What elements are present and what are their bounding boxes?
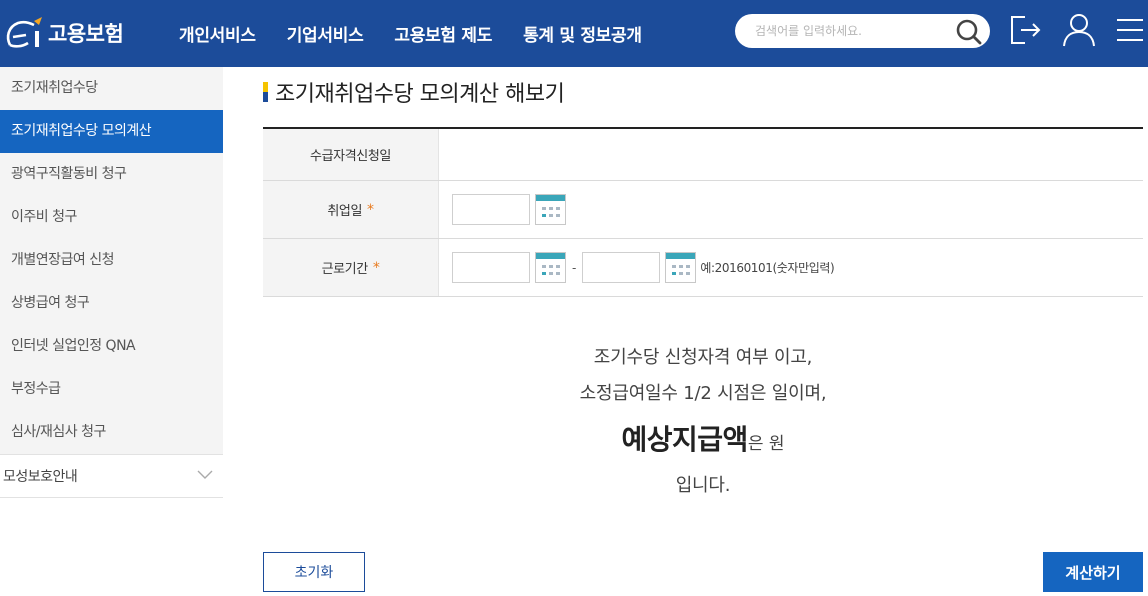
- result-summary: 조기수당 신청자격 여부 이고, 소정급여일수 1/2 시점은 일이며, 예상지…: [263, 340, 1143, 504]
- row-label: 수급자격신청일: [263, 129, 439, 180]
- nav-statistics[interactable]: 통계 및 정보공개: [523, 21, 642, 46]
- menu-icon[interactable]: [1112, 12, 1148, 48]
- sidebar-item-job-search-cost[interactable]: 광역구직활동비 청구: [0, 153, 223, 196]
- form-row-employment-date: 취업일 *: [263, 181, 1143, 239]
- employment-date-input[interactable]: [452, 194, 530, 225]
- top-header: 고용보험 개인서비스 기업서비스 고용보험 제도 통계 및 정보공개: [0, 0, 1148, 67]
- calendar-icon[interactable]: [535, 252, 566, 283]
- result-benefit-days-line: 소정급여일수 1/2 시점은 일이며,: [579, 383, 827, 404]
- search-box: [735, 14, 990, 48]
- user-icon[interactable]: [1061, 12, 1097, 48]
- title-marker: [263, 82, 268, 102]
- expected-amount-label: 예상지급액: [621, 423, 749, 456]
- nav-corporate-service[interactable]: 기업서비스: [287, 21, 364, 46]
- sidebar-item-early-reemployment-simulation[interactable]: 조기재취업수당 모의계산: [0, 110, 223, 153]
- sidebar-item-review-request[interactable]: 심사/재심사 청구: [0, 411, 223, 454]
- expected-amount-suffix: 은 원: [747, 434, 785, 454]
- site-logo[interactable]: 고용보험: [4, 14, 124, 52]
- application-date-value: [439, 129, 1143, 180]
- logo-mark-icon: [6, 17, 42, 48]
- reset-button[interactable]: 초기화: [263, 552, 365, 592]
- result-eligibility-line: 조기수당 신청자격 여부 이고,: [593, 347, 813, 368]
- sidebar-submenu: 조기재취업수당 조기재취업수당 모의계산 광역구직활동비 청구 이주비 청구 개…: [0, 67, 223, 454]
- required-mark: *: [372, 259, 380, 276]
- sidebar-item-early-reemployment[interactable]: 조기재취업수당: [0, 67, 223, 110]
- search-input[interactable]: [755, 22, 945, 40]
- sidebar-item-relocation-cost[interactable]: 이주비 청구: [0, 196, 223, 239]
- search-icon[interactable]: [954, 17, 984, 45]
- sidebar: 조기재취업수당 조기재취업수당 모의계산 광역구직활동비 청구 이주비 청구 개…: [0, 67, 223, 498]
- work-period-field: - 예:20160101(숫자만입력): [439, 239, 1143, 296]
- row-label: 취업일 *: [263, 181, 439, 238]
- range-separator: -: [572, 260, 577, 275]
- page-title: 조기재취업수당 모의계산 해보기: [275, 82, 565, 107]
- work-period-label: 근로기간: [321, 262, 369, 277]
- main-nav: 개인서비스 기업서비스 고용보험 제도 통계 및 정보공개: [179, 0, 673, 67]
- simulation-form: 수급자격신청일 취업일 * 근로기간 * - 예:20160101(숫자만입력): [263, 127, 1143, 297]
- page-title-area: 조기재취업수당 모의계산 해보기: [263, 78, 565, 107]
- sidebar-group-maternity[interactable]: 모성보호안내: [0, 454, 223, 498]
- result-amount-line: 예상지급액은 원: [263, 412, 1143, 468]
- calendar-icon[interactable]: [535, 194, 566, 225]
- form-row-work-period: 근로기간 * - 예:20160101(숫자만입력): [263, 239, 1143, 297]
- chevron-down-icon: [197, 470, 213, 479]
- result-closing-line: 입니다.: [675, 475, 731, 496]
- work-period-end-input[interactable]: [582, 252, 661, 283]
- work-period-start-input[interactable]: [452, 252, 530, 283]
- logout-icon[interactable]: [1008, 12, 1044, 48]
- employment-date-field: [439, 181, 1143, 238]
- calculate-button[interactable]: 계산하기: [1043, 552, 1143, 592]
- employment-date-label: 취업일: [327, 204, 363, 219]
- sidebar-item-online-qna[interactable]: 인터넷 실업인정 QNA: [0, 325, 223, 368]
- row-label: 근로기간 *: [263, 239, 439, 296]
- sidebar-group-label: 모성보호안내: [3, 469, 78, 485]
- nav-personal-service[interactable]: 개인서비스: [179, 21, 256, 46]
- sidebar-item-sickness-benefit[interactable]: 상병급여 청구: [0, 282, 223, 325]
- sidebar-item-extended-benefit[interactable]: 개별연장급여 신청: [0, 239, 223, 282]
- required-mark: *: [367, 201, 374, 218]
- nav-insurance-system[interactable]: 고용보험 제도: [394, 21, 492, 46]
- logo-text: 고용보험: [48, 22, 124, 46]
- application-date-label: 수급자격신청일: [310, 149, 391, 164]
- form-row-application-date: 수급자격신청일: [263, 129, 1143, 181]
- sidebar-item-fraud[interactable]: 부정수급: [0, 368, 223, 411]
- calendar-icon[interactable]: [665, 252, 697, 283]
- date-format-hint: 예:20160101(숫자만입력): [700, 261, 835, 275]
